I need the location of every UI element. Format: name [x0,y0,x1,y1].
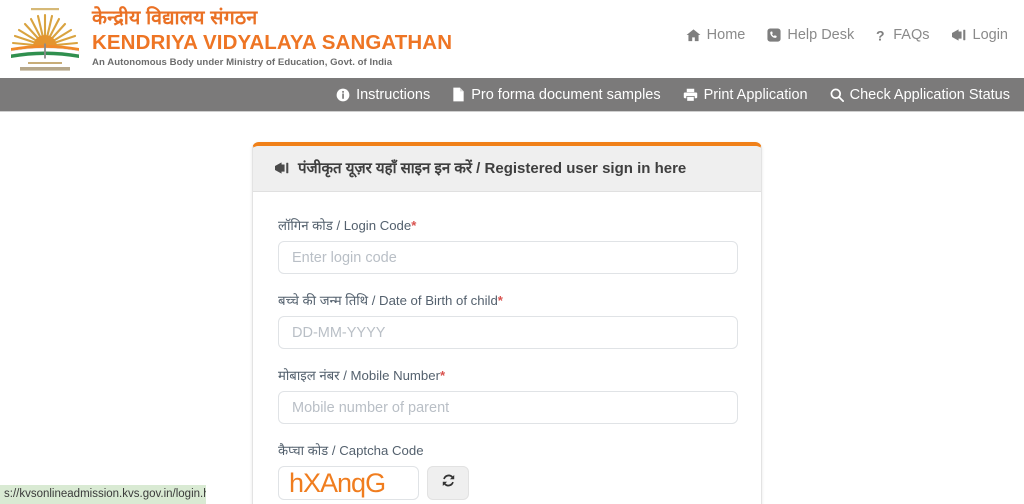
login-code-label-text: लॉगिन कोड / Login Code [278,218,412,233]
login-code-input[interactable] [278,241,738,274]
sign-in-icon [275,161,290,175]
info-circle-icon [336,88,350,102]
file-icon [452,87,465,102]
header-link-help-desk[interactable]: Help Desk [767,27,854,43]
date-of-birth-label: बच्चे की जन्म तिथि / Date of Birth of ch… [278,291,736,309]
brand-title-english: KENDRIYA VIDYALAYA SANGATHAN [92,30,453,54]
nav-item-check-application-status-label: Check Application Status [849,86,1010,103]
login-card-header: पंजीकृत यूज़र यहाँ साइन इन करें / Regist… [253,146,761,192]
header-link-faqs[interactable]: ? FAQs [876,27,929,43]
brand-title-hindi: केन्द्रीय विद्यालय संगठन [92,7,258,30]
refresh-icon [441,473,456,493]
header-link-help-desk-label: Help Desk [787,27,855,43]
captcha-code-text: hXAnqG [289,467,386,498]
nav-item-pro-forma-document-samples[interactable]: Pro forma document samples [452,86,661,103]
navbar-items: Instructions Pro forma document samples … [336,87,1010,103]
nav-item-instructions[interactable]: Instructions [336,87,430,103]
login-code-label: लॉगिन कोड / Login Code* [278,216,736,234]
kvs-sun-book-emblem-icon [2,2,88,76]
mobile-number-input[interactable] [278,391,738,424]
date-of-birth-required-mark: * [497,293,503,308]
captcha-label: कैप्चा कोड / Captcha Code [278,443,424,458]
field-login-code: लॉगिन कोड / Login Code* [278,216,738,274]
nav-item-check-application-status[interactable]: Check Application Status [830,87,1010,103]
mobile-number-label: मोबाइल नंबर / Mobile Number* [278,366,736,384]
login-code-required-mark: * [411,218,417,233]
captcha-refresh-button[interactable] [427,466,469,500]
header-link-home[interactable]: Home [686,27,746,43]
svg-text:?: ? [876,28,885,43]
printer-icon [683,88,698,102]
page-content: पंजीकृत यूज़र यहाँ साइन इन करें / Regist… [0,112,1024,504]
site-header: केन्द्रीय विद्यालय संगठन KENDRIYA VIDYAL… [0,0,1024,78]
brand-block: केन्द्रीय विद्यालय संगठन KENDRIYA VIDYAL… [0,2,452,76]
captcha-row: hXAnqG [278,466,736,500]
date-of-birth-label-text: बच्चे की जन्म तिथि / Date of Birth of ch… [278,293,498,308]
login-card: पंजीकृत यूज़र यहाँ साइन इन करें / Regist… [252,142,762,504]
nav-item-print-application[interactable]: Print Application [683,87,808,103]
header-links: Home Help Desk ? FAQs Login [686,27,1008,43]
nav-item-instructions-label: Instructions [356,86,431,103]
mobile-number-required-mark: * [439,368,446,383]
sign-in-icon [951,28,967,42]
login-form: लॉगिन कोड / Login Code* बच्चे की जन्म ति… [253,192,761,504]
captcha-image: hXAnqG [278,466,419,500]
header-link-login[interactable]: Login [951,27,1008,43]
header-link-login-label: Login [972,27,1008,43]
search-icon [830,88,844,102]
question-mark-icon: ? [876,28,887,43]
field-mobile-number: मोबाइल नंबर / Mobile Number* [278,366,738,424]
login-card-title: पंजीकृत यूज़र यहाँ साइन इन करें / Regist… [298,160,687,177]
brand-subtitle: An Autonomous Body under Ministry of Edu… [92,57,393,69]
home-icon [686,28,701,43]
field-date-of-birth: बच्चे की जन्म तिथि / Date of Birth of ch… [278,291,738,349]
header-link-home-label: Home [706,27,746,43]
primary-navbar: Instructions Pro forma document samples … [0,78,1024,112]
nav-item-print-application-label: Print Application [703,86,808,103]
field-captcha: कैप्चा कोड / Captcha Code hXAnqG [278,441,736,500]
header-link-faqs-label: FAQs [893,27,930,43]
nav-item-pro-forma-label: Pro forma document samples [471,86,661,103]
phone-icon [767,28,781,42]
mobile-number-label-text: मोबाइल नंबर / Mobile Number [278,368,440,383]
browser-status-bar: s://kvsonlineadmission.kvs.gov.in/login.… [0,485,206,504]
date-of-birth-input[interactable] [278,316,738,349]
